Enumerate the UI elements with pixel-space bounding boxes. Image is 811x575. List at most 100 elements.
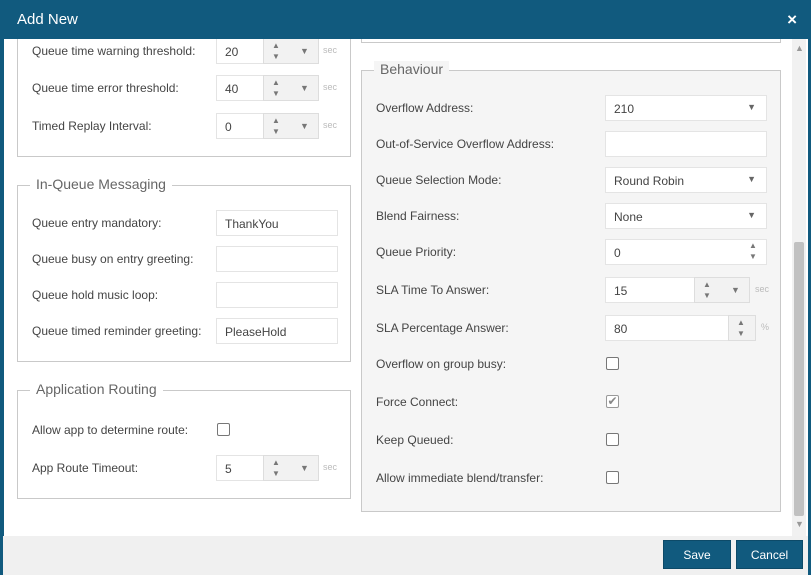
queue-entry-input[interactable]: ThankYou [216, 210, 338, 236]
chevron-down-icon[interactable]: ▼ [747, 174, 756, 184]
timed-replay-label: Timed Replay Interval: [32, 119, 152, 133]
upper-right-fieldset [361, 39, 781, 43]
chevron-down-icon[interactable]: ▼ [747, 210, 756, 220]
dropdown-caret-icon[interactable]: ▼ [300, 83, 309, 93]
chevron-down-icon[interactable]: ▼ [272, 89, 280, 98]
overflow-busy-label: Overflow on group busy: [376, 357, 507, 371]
timed-replay-unit: sec [323, 120, 338, 130]
timed-replay-row: Timed Replay Interval: 0 ▲ ▼ ▼ sec [32, 113, 352, 139]
behaviour-fieldset: Behaviour Overflow Address: 210 ▼ Out-of… [361, 61, 781, 512]
queue-hold-row: Queue hold music loop: [32, 282, 352, 308]
queue-error-row: Queue time error threshold: 40 ▲ ▼ ▼ sec [32, 75, 352, 101]
overflow-address-value: 210 [614, 102, 635, 116]
dropdown-caret-icon[interactable]: ▼ [300, 463, 309, 473]
checkmark-icon: ✔ [607, 394, 618, 408]
chevron-up-icon[interactable]: ▲ [749, 241, 757, 250]
chevron-up-icon[interactable]: ▲ [272, 78, 280, 87]
queue-priority-stepper[interactable]: ▲ ▼ [741, 239, 769, 265]
chevron-up-icon[interactable]: ▲ [272, 116, 280, 125]
cancel-button[interactable]: Cancel [736, 540, 803, 569]
dialog-title: Add New [17, 11, 78, 28]
queue-busy-row: Queue busy on entry greeting: [32, 246, 352, 272]
sla-time-input[interactable]: 15 [605, 277, 695, 303]
queue-selection-value: Round Robin [614, 174, 685, 188]
keep-queued-row: Keep Queued: [376, 427, 776, 453]
chevron-down-icon[interactable]: ▼ [272, 127, 280, 136]
blend-fairness-label: Blend Fairness: [376, 209, 460, 223]
queue-entry-row: Queue entry mandatory: ThankYou [32, 210, 352, 236]
thresholds-fieldset: Queue time warning threshold: 20 ▲ ▼ ▼ s… [17, 39, 351, 157]
queue-hold-label: Queue hold music loop: [32, 288, 159, 302]
allow-app-checkbox[interactable] [217, 423, 230, 436]
sla-time-stepper[interactable]: ▲ ▼ ▼ [694, 277, 750, 303]
timed-replay-stepper[interactable]: ▲ ▼ ▼ [263, 113, 319, 139]
scroll-down-icon[interactable]: ▼ [795, 519, 804, 529]
sla-percentage-stepper[interactable]: ▲ ▼ [728, 315, 756, 341]
allow-app-row: Allow app to determine route: [32, 417, 352, 443]
queue-reminder-input[interactable]: PleaseHold [216, 318, 338, 344]
sla-percentage-row: SLA Percentage Answer: 80 ▲ ▼ % [376, 315, 776, 341]
oos-overflow-row: Out-of-Service Overflow Address: [376, 131, 776, 157]
queue-entry-label: Queue entry mandatory: [32, 216, 162, 230]
queue-warning-stepper[interactable]: ▲ ▼ ▼ [263, 39, 319, 64]
chevron-down-icon[interactable]: ▼ [272, 469, 280, 478]
allow-blend-checkbox[interactable] [606, 471, 619, 484]
sla-percentage-input[interactable]: 80 [605, 315, 729, 341]
queue-selection-select[interactable]: Round Robin ▼ [605, 167, 767, 193]
dropdown-caret-icon[interactable]: ▼ [300, 121, 309, 131]
dialog-title-bar: Add New × [0, 0, 811, 39]
save-button[interactable]: Save [663, 540, 731, 569]
overflow-busy-row: Overflow on group busy: [376, 351, 776, 377]
queue-priority-label: Queue Priority: [376, 245, 457, 259]
chevron-down-icon[interactable]: ▼ [703, 291, 711, 300]
sla-percentage-label: SLA Percentage Answer: [376, 321, 509, 335]
blend-fairness-value: None [614, 210, 643, 224]
queue-warning-label: Queue time warning threshold: [32, 44, 196, 58]
in-queue-messaging-fieldset: In-Queue Messaging Queue entry mandatory… [17, 176, 352, 362]
chevron-up-icon[interactable]: ▲ [272, 458, 280, 467]
scrollbar-thumb[interactable] [794, 242, 804, 516]
queue-error-stepper[interactable]: ▲ ▼ ▼ [263, 75, 319, 101]
queue-reminder-label: Queue timed reminder greeting: [32, 324, 202, 338]
app-route-timeout-row: App Route Timeout: 5 ▲ ▼ ▼ sec [32, 455, 352, 481]
force-connect-label: Force Connect: [376, 395, 459, 409]
queue-error-input[interactable]: 40 [216, 75, 264, 101]
queue-warning-row: Queue time warning threshold: 20 ▲ ▼ ▼ s… [32, 39, 352, 64]
dropdown-caret-icon[interactable]: ▼ [300, 46, 309, 56]
chevron-up-icon[interactable]: ▲ [272, 41, 280, 50]
blend-fairness-select[interactable]: None ▼ [605, 203, 767, 229]
chevron-up-icon[interactable]: ▲ [703, 280, 711, 289]
chevron-down-icon[interactable]: ▼ [272, 52, 280, 61]
queue-busy-input[interactable] [216, 246, 338, 272]
queue-error-label: Queue time error threshold: [32, 81, 179, 95]
sla-percentage-unit: % [761, 322, 770, 332]
scroll-up-icon[interactable]: ▲ [795, 43, 804, 53]
close-icon[interactable]: × [787, 10, 797, 30]
chevron-down-icon[interactable]: ▼ [747, 102, 756, 112]
dropdown-caret-icon[interactable]: ▼ [731, 285, 740, 295]
allow-blend-label: Allow immediate blend/transfer: [376, 471, 544, 485]
chevron-up-icon[interactable]: ▲ [737, 318, 745, 327]
blend-fairness-row: Blend Fairness: None ▼ [376, 203, 776, 229]
force-connect-checkbox[interactable]: ✔ [606, 395, 619, 408]
chevron-down-icon[interactable]: ▼ [737, 329, 745, 338]
queue-error-unit: sec [323, 82, 338, 92]
queue-reminder-row: Queue timed reminder greeting: PleaseHol… [32, 318, 352, 344]
queue-warning-input[interactable]: 20 [216, 39, 264, 64]
queue-warning-unit: sec [323, 45, 338, 55]
app-route-timeout-stepper[interactable]: ▲ ▼ ▼ [263, 455, 319, 481]
app-route-timeout-input[interactable]: 5 [216, 455, 264, 481]
queue-hold-input[interactable] [216, 282, 338, 308]
chevron-down-icon[interactable]: ▼ [749, 252, 757, 261]
keep-queued-checkbox[interactable] [606, 433, 619, 446]
application-routing-legend: Application Routing [30, 381, 163, 397]
overflow-address-select[interactable]: 210 ▼ [605, 95, 767, 121]
oos-overflow-input[interactable] [605, 131, 767, 157]
sla-time-row: SLA Time To Answer: 15 ▲ ▼ ▼ sec [376, 277, 776, 303]
app-route-timeout-label: App Route Timeout: [32, 461, 139, 475]
overflow-busy-checkbox[interactable] [606, 357, 619, 370]
behaviour-legend: Behaviour [374, 61, 450, 77]
overflow-address-label: Overflow Address: [376, 101, 474, 115]
sla-time-label: SLA Time To Answer: [376, 283, 490, 297]
timed-replay-input[interactable]: 0 [216, 113, 264, 139]
